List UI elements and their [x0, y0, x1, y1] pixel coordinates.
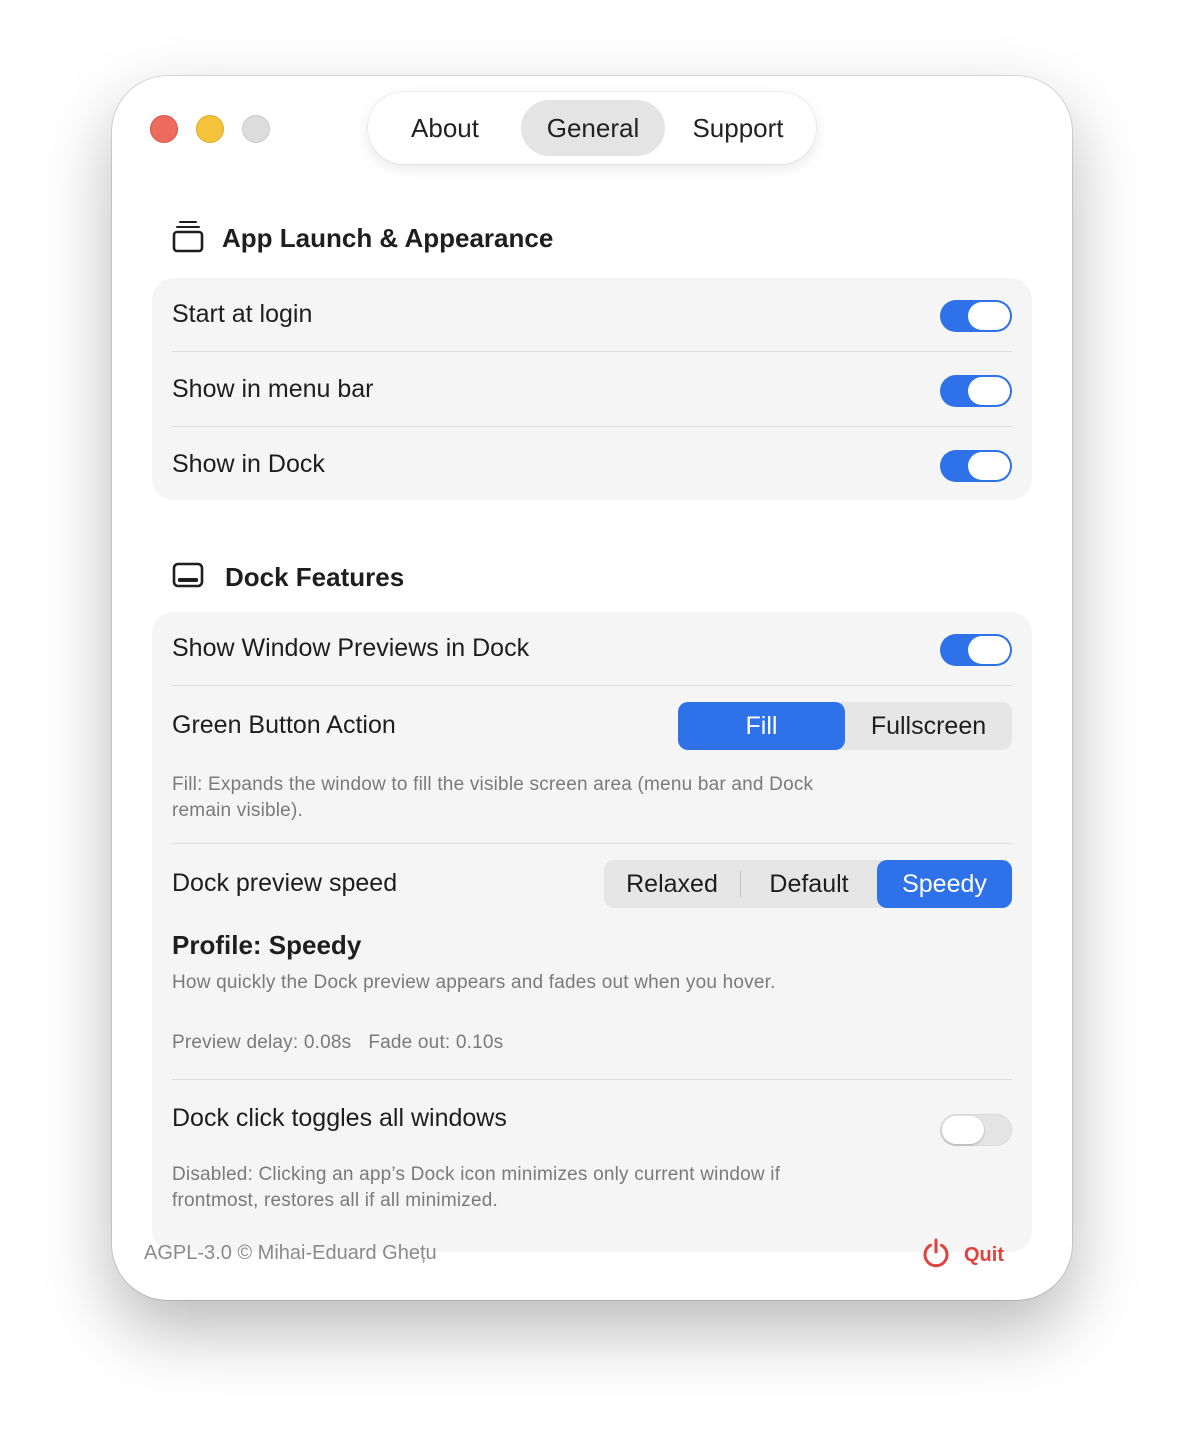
green-button-row: Green Button Action Fill Fullscreen — [172, 702, 1012, 750]
row-label: Show Window Previews in Dock — [172, 634, 530, 662]
show-in-dock-row: Show in Dock — [172, 448, 1012, 484]
zoom-window-button[interactable] — [242, 115, 270, 143]
segment-speedy[interactable]: Speedy — [877, 860, 1012, 908]
profile-description: How quickly the Dock preview appears and… — [172, 972, 776, 993]
section-title: App Launch & Appearance — [222, 222, 554, 253]
start-at-login-row: Start at login — [172, 298, 1012, 334]
section-title: Dock Features — [225, 561, 405, 592]
window-previews-row: Show Window Previews in Dock — [172, 632, 1012, 668]
preview-delay-value: Preview delay: 0.08s — [172, 1032, 352, 1053]
dock-features-card: Show Window Previews in Dock Green Butto… — [152, 612, 1032, 1252]
row-label: Show in menu bar — [172, 375, 374, 403]
row-label: Start at login — [172, 300, 313, 328]
close-window-button[interactable] — [150, 115, 178, 143]
app-launch-card: Start at login Show in menu bar Show in … — [152, 278, 1032, 500]
quit-label: Quit — [964, 1243, 1004, 1266]
segment-fill[interactable]: Fill — [678, 702, 845, 750]
show-in-menu-bar-toggle[interactable] — [940, 375, 1012, 407]
click-toggles-help-text: Disabled: Clicking an app’s Dock icon mi… — [172, 1164, 781, 1211]
click-toggles-toggle[interactable] — [940, 1114, 1012, 1146]
row-label: Show in Dock — [172, 450, 325, 478]
start-at-login-toggle[interactable] — [940, 300, 1012, 332]
section-header-dock-features: Dock Features — [172, 557, 404, 597]
fade-out-value: Fade out: 0.10s — [368, 1032, 504, 1053]
divider — [172, 843, 1012, 844]
click-toggles-row: Dock click toggles all windows — [172, 1102, 1012, 1150]
segment-relaxed[interactable]: Relaxed — [604, 860, 740, 908]
license-text: AGPL-3.0 © Mihai-Eduard Ghețu — [144, 1242, 437, 1264]
tab-about[interactable]: About — [388, 100, 502, 156]
divider — [172, 426, 1012, 427]
divider — [172, 685, 1012, 686]
row-label: Dock click toggles all windows — [172, 1104, 507, 1132]
minimize-window-button[interactable] — [196, 115, 224, 143]
settings-window: About General Support App Launch & Appea… — [112, 76, 1072, 1300]
show-in-menu-bar-row: Show in menu bar — [172, 373, 1012, 409]
stacked-windows-icon — [172, 219, 204, 258]
green-button-help-text: Fill: Expands the window to fill the vis… — [172, 774, 814, 821]
dock-icon — [172, 562, 204, 593]
row-label: Dock preview speed — [172, 869, 398, 897]
power-icon — [920, 1237, 952, 1274]
tab-general[interactable]: General — [521, 100, 665, 156]
window-previews-toggle[interactable] — [940, 634, 1012, 666]
segment-fullscreen[interactable]: Fullscreen — [845, 702, 1012, 750]
tab-support[interactable]: Support — [668, 100, 808, 156]
divider — [172, 1079, 1012, 1080]
section-header-app-launch: App Launch & Appearance — [172, 218, 553, 258]
segment-default[interactable]: Default — [741, 860, 877, 908]
green-button-segmented-control: Fill Fullscreen — [678, 702, 1012, 750]
profile-title: Profile: Speedy — [172, 930, 362, 960]
preview-speed-row: Dock preview speed Relaxed Default Speed… — [172, 860, 1012, 908]
show-in-dock-toggle[interactable] — [940, 450, 1012, 482]
row-label: Green Button Action — [172, 711, 396, 739]
divider — [172, 351, 1012, 352]
preview-speed-segmented-control: Relaxed Default Speedy — [604, 860, 1012, 908]
profile-timings: Preview delay: 0.08s Fade out: 0.10s — [172, 1030, 972, 1056]
quit-button[interactable]: Quit — [920, 1238, 1004, 1272]
tab-bar: About General Support — [368, 92, 816, 164]
